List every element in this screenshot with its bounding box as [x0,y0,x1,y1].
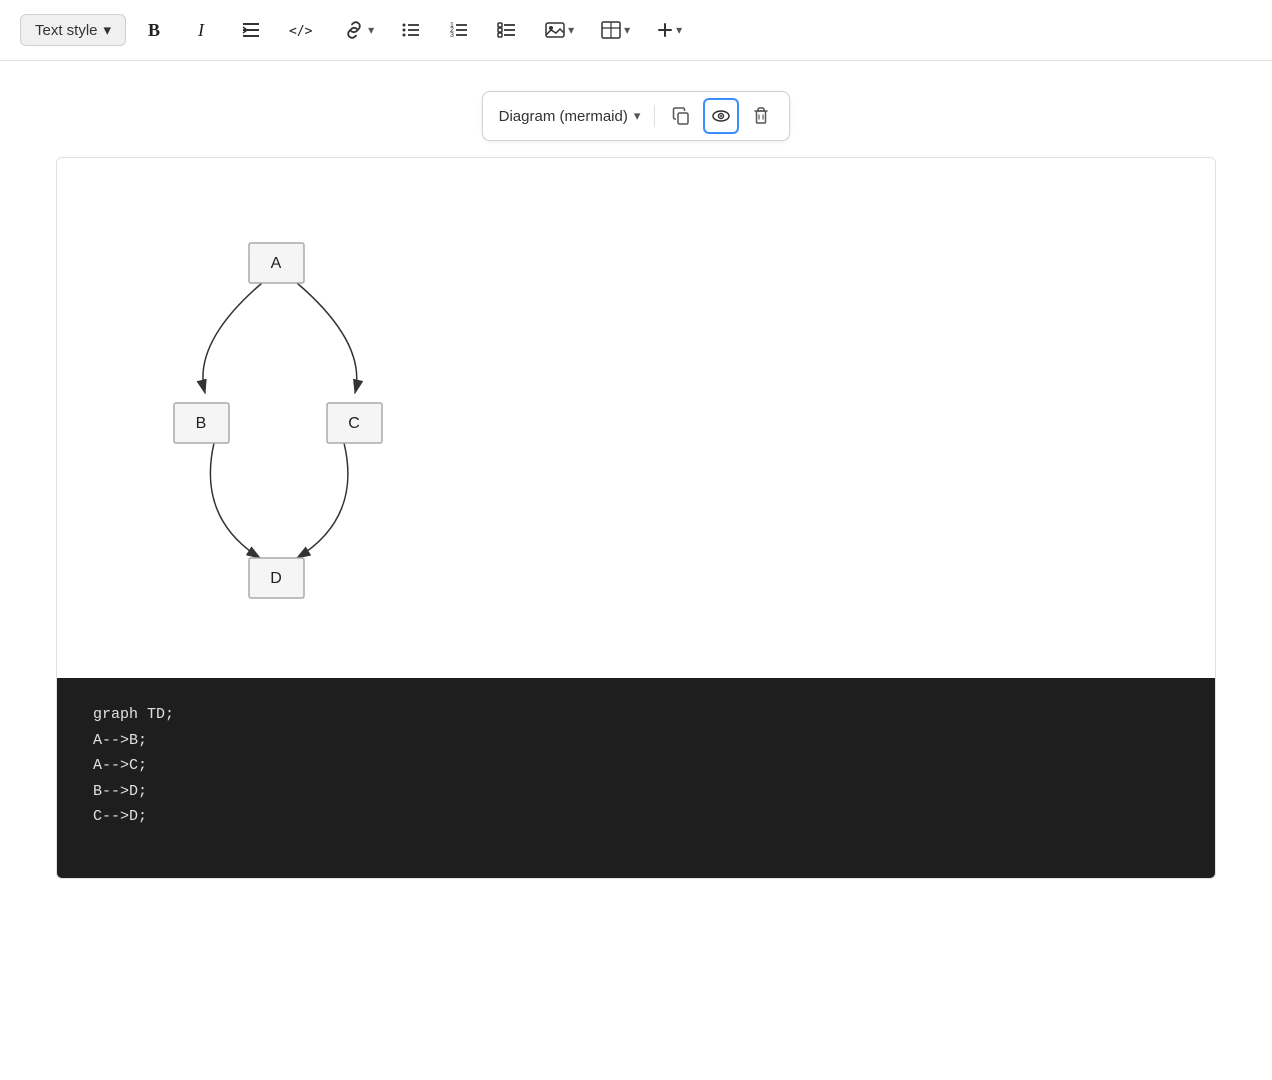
indent-icon[interactable] [232,15,270,45]
node-a-label: A [271,255,282,272]
copy-button[interactable] [663,98,699,134]
link-chevron: ▾ [368,24,374,36]
code-line-4: B-->D; [93,779,1179,805]
plus-more-icon[interactable]: ▾ [648,17,690,43]
preview-button[interactable] [703,98,739,134]
svg-text:3: 3 [450,32,454,39]
ordered-list-icon[interactable]: 1 2 3 [440,15,478,45]
image-icon[interactable]: ▾ [536,15,582,45]
diagram-preview: A B C D [57,158,1215,678]
node-b-label: B [196,415,207,432]
code-line-2: A-->B; [93,728,1179,754]
diagram-container: A B C D graph TD; A-->B; A-->C; B [56,157,1216,879]
svg-text:I: I [197,20,205,40]
node-c-label: C [348,415,360,432]
plus-chevron: ▾ [676,24,682,36]
text-style-label: Text style [35,22,98,39]
code-line-5: C-->D; [93,804,1179,830]
code-line-3: A-->C; [93,753,1179,779]
text-style-chevron: ▾ [104,21,112,39]
diagram-svg: A B C D [97,188,1175,648]
table-icon[interactable]: ▾ [592,15,638,45]
text-style-button[interactable]: Text style ▾ [20,14,126,46]
italic-icon[interactable]: I [184,15,222,45]
diagram-type-selector[interactable]: Diagram (mermaid) ▾ [493,106,647,127]
code-line-1: graph TD; [93,702,1179,728]
link-icon[interactable]: ▾ [334,15,382,45]
task-list-icon[interactable] [488,15,526,45]
diagram-type-label: Diagram (mermaid) [499,108,628,125]
toolbar-separator [654,105,655,127]
editor-toolbar: Text style ▾ B I </> ▾ [0,0,1272,61]
diagram-toolbar: Diagram (mermaid) ▾ [482,91,791,141]
delete-button[interactable] [743,98,779,134]
image-chevron: ▾ [568,24,574,36]
main-content: Diagram (mermaid) ▾ [0,61,1272,879]
table-chevron: ▾ [624,24,630,36]
bullet-list-icon[interactable] [392,15,430,45]
code-block: graph TD; A-->B; A-->C; B-->D; C-->D; [57,678,1215,878]
diagram-type-chevron: ▾ [634,108,641,124]
bold-icon[interactable]: B [136,15,174,45]
svg-text:</>: </> [289,24,313,39]
svg-text:B: B [148,20,160,40]
node-d-label: D [270,570,282,587]
code-icon[interactable]: </> [280,15,324,45]
